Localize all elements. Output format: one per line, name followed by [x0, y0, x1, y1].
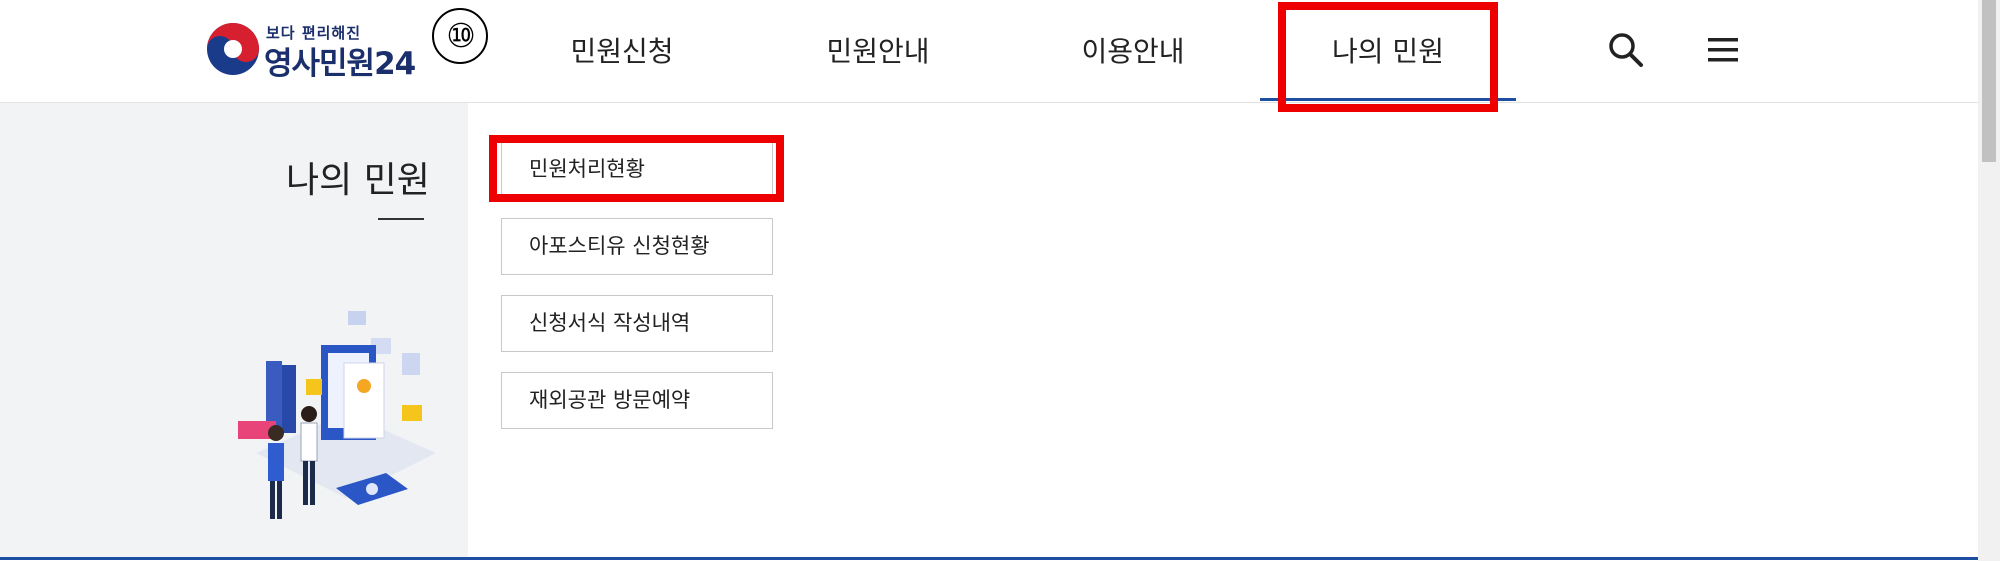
site-logo[interactable]: 보다 편리해진 영사민원24 — [206, 20, 416, 82]
nav-item-usage-guide[interactable]: 이용안내 — [1063, 30, 1203, 70]
submenu-item-apostille-status[interactable]: 아포스티유 신청현황 — [501, 218, 773, 275]
logo-name: 영사민원24 — [264, 46, 416, 82]
scrollbar-thumb[interactable] — [1982, 0, 1996, 162]
civil-service-illustration — [238, 311, 436, 519]
hamburger-menu-icon[interactable] — [1703, 30, 1743, 70]
nav-item-civil-guide[interactable]: 민원안내 — [808, 30, 948, 70]
submenu-item-form-history[interactable]: 신청서식 작성내역 — [501, 295, 773, 352]
nav-item-civil-application[interactable]: 민원신청 — [552, 30, 692, 70]
step-number-badge: ⑩ — [432, 8, 488, 64]
search-icon[interactable] — [1606, 30, 1646, 70]
submenu-item-visit-reservation[interactable]: 재외공관 방문예약 — [501, 372, 773, 429]
top-header: 보다 편리해진 영사민원24 ⑩ 민원신청 민원안내 이용안내 나의 민원 — [0, 0, 1978, 103]
sidebar-title: 나의 민원 — [286, 160, 430, 201]
sidebar-divider — [378, 218, 424, 220]
sidebar: 나의 민원 — [0, 103, 468, 558]
vertical-scrollbar[interactable] — [1978, 0, 2000, 561]
taegeuk-emblem-icon — [207, 23, 259, 75]
submenu-item-processing-status[interactable]: 민원처리현황 — [501, 141, 773, 198]
nav-active-indicator — [1260, 98, 1516, 101]
content-bottom-border — [0, 557, 1978, 560]
nav-item-my-civil[interactable]: 나의 민원 — [1308, 30, 1468, 70]
